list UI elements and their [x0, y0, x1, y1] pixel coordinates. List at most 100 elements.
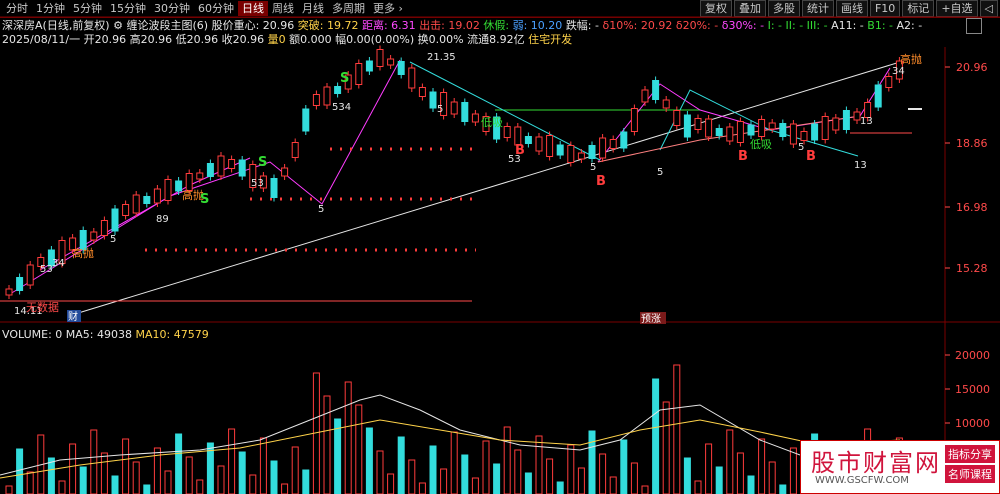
candle-body	[556, 144, 564, 156]
volume-bar	[132, 461, 140, 494]
wave-count-13: 13	[854, 160, 867, 171]
volume-bar	[281, 483, 289, 494]
low-buy-label: 低吸	[750, 138, 772, 151]
candle-body	[376, 49, 384, 67]
volume-bar	[683, 457, 691, 494]
candle-body	[821, 116, 829, 140]
candle-body	[535, 136, 543, 152]
volume-axis: 20000 15000 10000	[945, 349, 990, 430]
wave-count-5b: 5	[437, 104, 443, 115]
volume-bar	[620, 439, 628, 494]
price-axis: 20.96 18.86 16.98 15.28	[945, 61, 988, 275]
volume-bar	[514, 449, 522, 494]
wave-count-89: 89	[156, 214, 169, 225]
candle-body	[323, 86, 331, 106]
volume-bar	[779, 484, 787, 494]
volume-bar	[376, 450, 384, 494]
volume-bar	[90, 429, 98, 494]
side-panel-toggle[interactable]	[966, 18, 982, 34]
candle-body	[111, 208, 119, 232]
candle-body	[609, 139, 617, 149]
buy-signal-4: B	[806, 149, 816, 164]
wave-count-5e: 5	[798, 142, 804, 153]
price-tick-3: 16.98	[956, 201, 988, 214]
volume-bar	[26, 471, 34, 494]
volume-ma5-label: MA5: 49038	[65, 328, 132, 341]
volume-bar	[344, 381, 352, 494]
forecast-tag[interactable]: 预涨	[641, 313, 661, 325]
volume-bar	[715, 466, 723, 494]
volume-bar	[334, 418, 342, 494]
volume-bar	[270, 460, 278, 494]
candle-body	[779, 123, 787, 137]
volume-bar	[228, 428, 236, 494]
candle-body	[652, 80, 660, 100]
candlesticks	[5, 45, 903, 299]
volume-bar	[291, 446, 299, 494]
wave-count-53b: 53	[40, 264, 53, 275]
sell-signal-3: S	[200, 192, 209, 207]
candle-body	[122, 204, 130, 216]
candle-body	[217, 155, 225, 177]
high-sell-label-1: 高抛	[72, 246, 94, 260]
candle-body	[429, 91, 437, 109]
volume-bar	[440, 468, 448, 494]
logo-tag-share[interactable]: 指标分享	[945, 445, 995, 463]
volume-bar	[259, 437, 267, 494]
price-tick-2: 18.86	[956, 137, 988, 150]
volume-info-line: VOLUME: 0 MA5: 49038 MA10: 47579	[2, 328, 209, 341]
wave-count-34b: 34	[52, 258, 65, 269]
candle-body	[143, 196, 151, 204]
candle-body	[789, 123, 797, 145]
finance-tag[interactable]: 财	[68, 310, 78, 323]
candle-body	[461, 102, 469, 122]
volume-bar	[535, 435, 543, 494]
candle-body	[641, 89, 649, 103]
volume-bar	[16, 448, 24, 494]
candle-body	[228, 159, 236, 169]
volume-current: VOLUME: 0	[2, 328, 63, 341]
volume-bar	[418, 482, 426, 494]
volume-bar	[630, 462, 638, 494]
volume-bar	[789, 447, 797, 494]
logo-title: 股市财富网	[811, 449, 941, 477]
no-data-label: 无数据	[26, 300, 59, 314]
candle-body	[726, 126, 734, 142]
volume-bar	[450, 431, 458, 494]
candle-body	[546, 135, 554, 157]
price-high-label: 21.35	[427, 52, 456, 63]
candle-body	[175, 180, 183, 192]
wave-count-34: 34	[892, 66, 905, 77]
candle-body	[196, 172, 204, 180]
volume-bar	[355, 404, 363, 494]
buy-signal-2: B	[596, 174, 606, 189]
candle-body	[874, 84, 882, 108]
candle-body	[132, 194, 140, 214]
candle-body	[302, 108, 310, 132]
volume-bar	[175, 433, 183, 494]
volume-bar	[365, 427, 373, 494]
volume-bar	[185, 456, 193, 494]
volume-bar	[323, 395, 331, 494]
high-sell-label-3: 高抛	[900, 52, 922, 66]
candle-body	[683, 114, 691, 138]
candle-body	[715, 128, 723, 136]
candle-body	[524, 136, 532, 144]
candle-body	[768, 122, 776, 130]
candle-body	[758, 119, 766, 137]
volume-bar	[5, 485, 13, 494]
candle-body	[355, 63, 363, 85]
candle-body	[270, 178, 278, 198]
site-logo: 股市财富网 指标分享 名师课程 WWW.GSCFW.COM	[800, 440, 1000, 494]
candle-body	[599, 137, 607, 159]
volume-bar	[588, 430, 596, 494]
candle-body	[811, 123, 819, 141]
volume-bar	[673, 364, 681, 494]
volume-bar	[249, 474, 257, 494]
volume-bar	[524, 472, 532, 494]
volume-bar	[122, 438, 130, 494]
volume-bar	[546, 458, 554, 494]
kline-chart[interactable]: 20.96 18.86 16.98 15.28 20000 15000 1000…	[0, 0, 1000, 494]
volume-bar	[164, 470, 172, 494]
logo-tag-course[interactable]: 名师课程	[945, 465, 995, 483]
